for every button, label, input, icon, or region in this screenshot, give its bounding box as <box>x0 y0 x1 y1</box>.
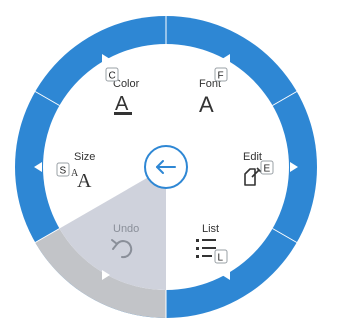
menu-item-size-label: Size <box>74 151 95 163</box>
svg-text:F: F <box>218 71 224 82</box>
svg-text:A: A <box>115 93 129 115</box>
keytip-list: L <box>214 249 228 264</box>
keytip-color: C <box>105 67 119 82</box>
svg-text:L: L <box>218 253 224 264</box>
menu-item-undo-label: Undo <box>113 223 139 235</box>
menu-item-list-label: List <box>202 223 219 235</box>
back-button[interactable] <box>144 145 188 189</box>
svg-text:A: A <box>77 170 92 192</box>
keytip-size: S <box>56 162 70 177</box>
svg-text:E: E <box>264 164 271 175</box>
keytip-edit: E <box>260 160 274 175</box>
svg-text:S: S <box>60 166 67 177</box>
font-icon: A <box>199 92 214 117</box>
svg-text:C: C <box>109 71 116 82</box>
keytip-font: F <box>214 67 228 82</box>
menu-item-edit-label: Edit <box>243 151 262 163</box>
radial-menu: Color A C Font A F Edit E List L Undo Si… <box>15 16 317 318</box>
